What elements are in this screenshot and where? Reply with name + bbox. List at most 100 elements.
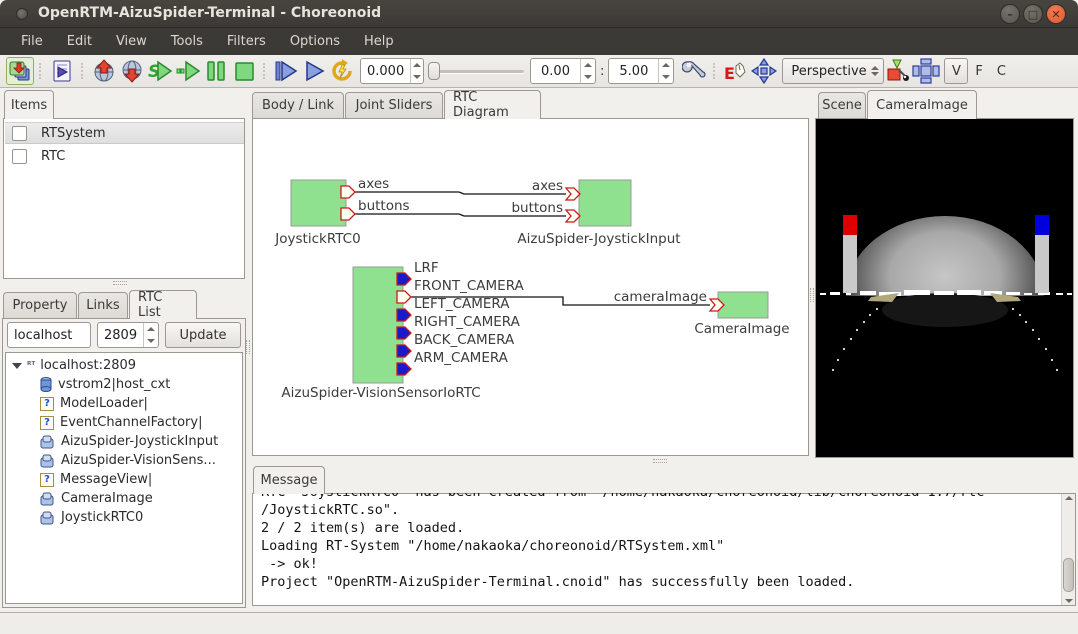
maximize-button[interactable]: □	[1023, 4, 1043, 24]
time-slider[interactable]	[428, 58, 526, 84]
config-wrench-icon[interactable]	[680, 57, 708, 85]
rtc-label-joystickrtc0: JoystickRTC0	[274, 231, 360, 247]
out-port-lrf[interactable]	[397, 273, 411, 285]
tab-rtc-list[interactable]: RTC List	[129, 290, 197, 319]
save-project-icon[interactable]	[6, 57, 34, 85]
expander-icon[interactable]	[12, 363, 22, 369]
time-refresh-icon[interactable]	[328, 57, 356, 85]
tree-label: JoystickRTC0	[61, 510, 143, 525]
item-row-rtsystem[interactable]: RTSystem	[5, 122, 244, 144]
simulation-stop-icon[interactable]	[230, 57, 258, 85]
tab-scene[interactable]: Scene	[818, 92, 866, 118]
tree-row-modelloader[interactable]: ? ModelLoader|	[12, 394, 148, 413]
minimize-button[interactable]: –	[1000, 4, 1020, 24]
tree-label: vstrom2|host_cxt	[58, 377, 170, 392]
window-menu-icon[interactable]	[16, 8, 28, 20]
out-port-arm-camera[interactable]	[397, 363, 411, 375]
update-button[interactable]: Update	[165, 322, 241, 348]
out-port-back-camera[interactable]	[397, 345, 411, 357]
menu-help[interactable]: Help	[353, 30, 405, 53]
item-checkbox-rtsystem[interactable]	[12, 126, 27, 141]
range-end-spinbox[interactable]: 5.00	[608, 58, 674, 84]
tab-property-label: Property	[12, 298, 67, 313]
tab-joint-sliders-label: Joint Sliders	[356, 98, 433, 113]
translation-mode-icon[interactable]	[750, 57, 778, 85]
tab-joint-sliders[interactable]: Joint Sliders	[345, 92, 443, 118]
simulation-start-icon[interactable]: S	[146, 57, 174, 85]
title-bar[interactable]: OpenRTM-AizuSpider-Terminal - Choreonoid…	[0, 0, 1078, 28]
port-spinbox[interactable]: 2809	[97, 322, 159, 348]
tree-row-nameserver[interactable]: ᴿᵀ localhost:2809	[12, 356, 136, 375]
tab-items[interactable]: Items	[4, 90, 54, 119]
menu-view[interactable]: View	[105, 30, 158, 53]
tab-rtc-diagram[interactable]: RTC Diagram	[444, 90, 541, 119]
rtc-box-joystickinput[interactable]	[579, 180, 631, 226]
world-upload-icon[interactable]	[90, 57, 118, 85]
tree-label: AizuSpider-JoystickInput	[61, 434, 218, 449]
tab-message[interactable]: Message	[253, 466, 325, 494]
rtc-component-icon	[40, 435, 55, 449]
range-start-spinbox[interactable]: 0.00	[530, 58, 596, 84]
in-port-buttons[interactable]	[566, 210, 580, 222]
time-slider-thumb[interactable]	[428, 62, 440, 80]
item-checkbox-rtc[interactable]	[12, 149, 27, 164]
text-editor-icon[interactable]	[48, 57, 76, 85]
item-row-rtc[interactable]: RTC	[5, 145, 244, 167]
out-port-axes[interactable]	[341, 186, 355, 198]
simulation-resume-icon[interactable]	[174, 57, 202, 85]
splitter-left[interactable]	[113, 281, 127, 285]
playback-play-icon[interactable]	[300, 57, 328, 85]
tree-row-joystickinput[interactable]: AizuSpider-JoystickInput	[12, 432, 218, 451]
time-spinbox[interactable]: 0.000	[360, 58, 424, 84]
projection-mode-combo[interactable]: Perspective	[782, 58, 884, 84]
world-download-icon[interactable]	[118, 57, 146, 85]
rtc-box-joystickrtc0[interactable]	[291, 180, 346, 226]
in-port-axes[interactable]	[566, 188, 580, 200]
tree-row-host-cxt[interactable]: vstrom2|host_cxt	[12, 375, 170, 394]
out-port-front-camera[interactable]	[397, 291, 411, 303]
tree-row-joystickrtc0[interactable]: JoystickRTC0	[12, 508, 143, 527]
host-input[interactable]	[7, 322, 91, 348]
collision-detection-icon[interactable]	[912, 57, 940, 85]
tab-links[interactable]: Links	[78, 292, 128, 318]
c-button[interactable]: C	[990, 64, 1013, 79]
tab-property[interactable]: Property	[3, 292, 77, 318]
message-text[interactable]: RTC "JoystickRTC0" has been created from…	[253, 493, 1061, 605]
tree-row-messageview[interactable]: ? MessageView|	[12, 470, 152, 489]
f-button[interactable]: F	[968, 64, 989, 79]
splitter-left-center[interactable]	[246, 340, 250, 354]
tree-label: localhost:2809	[40, 358, 136, 373]
out-port-buttons[interactable]	[341, 208, 355, 220]
splitter-center-right[interactable]	[810, 288, 814, 302]
rtc-box-visionsensor[interactable]	[353, 267, 403, 383]
splitter-center-bottom[interactable]	[653, 459, 667, 463]
scroll-up-arrow[interactable]	[1065, 496, 1073, 500]
scroll-down-arrow[interactable]	[1065, 599, 1073, 603]
scene-render-icon[interactable]	[884, 57, 912, 85]
tree-row-eventchannelfactory[interactable]: ? EventChannelFactory|	[12, 413, 202, 432]
tree-row-cameraimage[interactable]: CameraImage	[12, 489, 153, 508]
close-button[interactable]: ✕	[1046, 4, 1066, 24]
playback-init-icon[interactable]	[272, 57, 300, 85]
tab-cameraimage[interactable]: CameraImage	[867, 90, 977, 119]
tree-row-visionsensor[interactable]: AizuSpider-VisionSens...	[12, 451, 216, 470]
tab-body-link-label: Body / Link	[262, 98, 334, 113]
port-label-cameraimage: cameraImage	[614, 289, 707, 305]
menu-edit[interactable]: Edit	[56, 30, 103, 53]
rtc-box-cameraimage[interactable]	[718, 292, 768, 318]
item-tree-view: RTSystem RTC	[3, 118, 245, 279]
simulation-pause-icon[interactable]	[202, 57, 230, 85]
out-port-left-camera[interactable]	[397, 309, 411, 321]
tab-message-label: Message	[261, 473, 318, 488]
menu-file[interactable]: File	[10, 30, 54, 53]
rtc-diagram-canvas[interactable]: JoystickRTC0 axes buttons AizuSpider-Joy…	[253, 119, 808, 455]
message-scrollbar[interactable]	[1061, 494, 1075, 605]
menu-filters[interactable]: Filters	[216, 30, 277, 53]
menu-tools[interactable]: Tools	[160, 30, 214, 53]
edit-mode-icon[interactable]: E	[722, 57, 750, 85]
tab-body-link[interactable]: Body / Link	[252, 92, 344, 118]
out-port-right-camera[interactable]	[397, 327, 411, 339]
vertex-toggle-button[interactable]: V	[944, 58, 968, 84]
message-scrollbar-thumb[interactable]	[1063, 558, 1074, 592]
menu-options[interactable]: Options	[279, 30, 351, 53]
